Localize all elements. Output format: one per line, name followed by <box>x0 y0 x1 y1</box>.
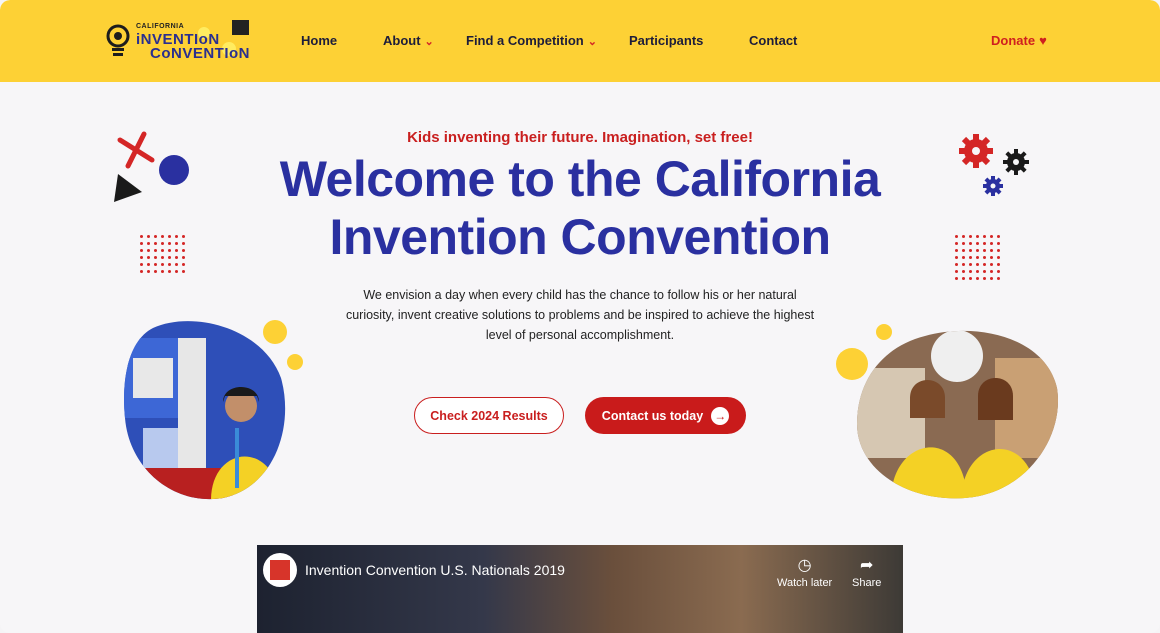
logo-line-2: CoNVENTIoN <box>150 45 250 62</box>
lightbulb-logo-icon <box>106 24 130 56</box>
check-results-label: Check 2024 Results <box>430 408 548 423</box>
nav-contact[interactable]: Contact <box>749 33 797 48</box>
clock-icon: ◷ <box>797 557 812 574</box>
nav-contact-label: Contact <box>749 33 798 48</box>
nav-find-competition[interactable]: Find a Competition ⌄ <box>466 33 597 48</box>
hero-title-line-1: Welcome to the California <box>279 151 881 207</box>
heart-icon: ♥ <box>1039 33 1047 48</box>
share-label: Share <box>852 577 882 589</box>
watch-later-label: Watch later <box>777 577 833 589</box>
contact-us-button[interactable]: Contact us today → <box>585 397 746 434</box>
nav-home[interactable]: Home <box>301 33 337 48</box>
share-icon: ➦ <box>859 557 874 574</box>
nav-about-label: About <box>383 33 421 48</box>
logo-line-small: CALIFORNIA <box>136 23 185 30</box>
logo-square <box>232 20 249 35</box>
students-photo-right <box>857 330 1059 499</box>
check-results-button[interactable]: Check 2024 Results <box>414 397 564 434</box>
hero-description: We envision a day when every child has t… <box>345 288 815 342</box>
channel-avatar[interactable] <box>263 553 297 587</box>
yellow-dot <box>287 354 303 370</box>
contact-us-label: Contact us today <box>601 408 704 423</box>
hero-title-line-2: Invention Convention <box>329 209 831 265</box>
site-logo[interactable]: CALIFORNIA iNVENTIoN CoNVENTIoN <box>106 18 256 64</box>
video-title[interactable]: Invention Convention U.S. Nationals 2019 <box>305 562 565 578</box>
page: CALIFORNIA iNVENTIoN CoNVENTIoN Home Abo… <box>0 0 1160 633</box>
hero-tagline: Kids inventing their future. Imagination… <box>407 129 753 146</box>
nav-participants-label: Participants <box>629 33 704 48</box>
hero-title: Welcome to the California Invention Conv… <box>0 150 1160 266</box>
arrow-right-icon: → <box>711 406 730 425</box>
chevron-down-icon: ⌄ <box>424 36 434 48</box>
student-photo-left <box>124 321 286 500</box>
video-embed[interactable]: Invention Convention U.S. Nationals 2019… <box>257 545 903 633</box>
watch-later-button[interactable]: ◷ Watch later <box>777 555 832 589</box>
nav-home-label: Home <box>301 33 338 48</box>
share-button[interactable]: ➦ Share <box>852 555 881 589</box>
donate-link[interactable]: Donate ♥ <box>991 33 1047 48</box>
nav-find-label: Find a Competition <box>466 33 584 48</box>
donate-label: Donate <box>991 33 1036 48</box>
nav-about[interactable]: About ⌄ <box>383 33 434 48</box>
nav-participants[interactable]: Participants <box>629 33 703 48</box>
site-header: CALIFORNIA iNVENTIoN CoNVENTIoN Home Abo… <box>0 0 1160 82</box>
chevron-down-icon: ⌄ <box>587 36 597 48</box>
